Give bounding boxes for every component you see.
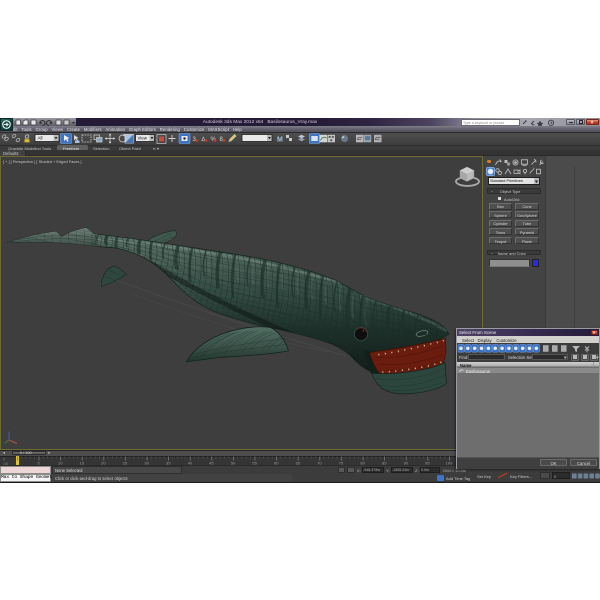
svg-text:0: 0 [3, 457, 5, 461]
svg-text:15: 15 [80, 461, 85, 466]
svg-text:70: 70 [317, 461, 322, 466]
svg-text:95: 95 [425, 461, 430, 466]
svg-text:85: 85 [382, 461, 387, 466]
svg-text:30: 30 [144, 461, 149, 466]
svg-text:View: View [138, 135, 148, 140]
svg-text:10: 10 [58, 461, 63, 466]
svg-text:All: All [38, 135, 43, 140]
svg-text:80: 80 [360, 461, 365, 466]
svg-text:75: 75 [339, 461, 344, 466]
svg-text:25: 25 [123, 461, 128, 466]
svg-text:20: 20 [101, 461, 106, 466]
svg-text:90: 90 [404, 461, 409, 466]
svg-text:45: 45 [209, 461, 214, 466]
svg-text:∆: ∆ [202, 136, 206, 143]
svg-text:60: 60 [274, 461, 279, 466]
svg-text:50: 50 [231, 461, 236, 466]
svg-text:M: M [277, 136, 283, 143]
svg-text:35: 35 [166, 461, 171, 466]
svg-text:5: 5 [37, 461, 40, 466]
svg-text:55: 55 [252, 461, 257, 466]
svg-text:100: 100 [446, 461, 453, 466]
svg-text:40: 40 [188, 461, 193, 466]
svg-text:65: 65 [296, 461, 301, 466]
